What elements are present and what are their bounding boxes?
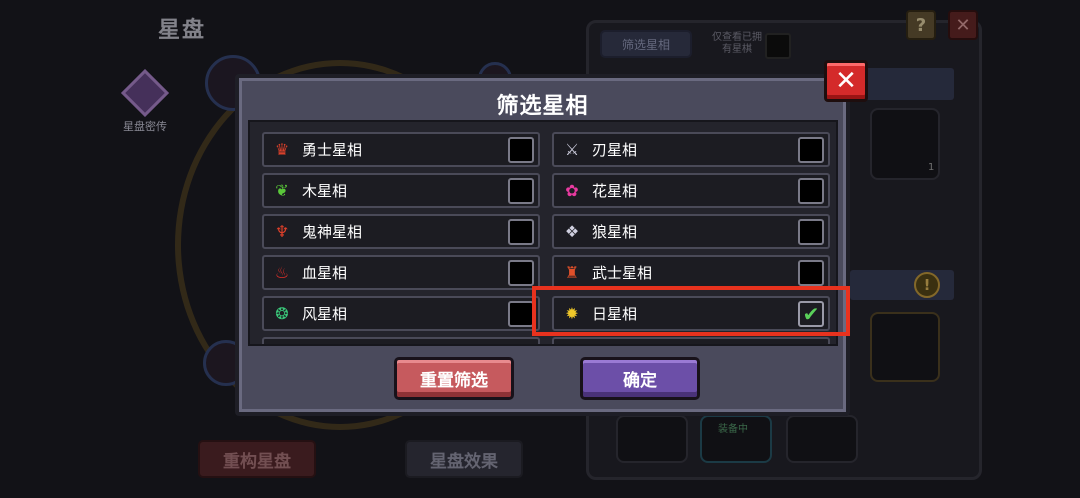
- filter-option-label: 狼星相: [592, 223, 638, 241]
- filter-option-label: 花星相: [592, 182, 638, 200]
- filter-option[interactable]: ❂ 风星相: [262, 296, 540, 331]
- wolf-icon: ❖: [564, 221, 580, 241]
- filter-option-label: 风星相: [302, 305, 348, 323]
- warrior-icon: ♛: [274, 139, 290, 159]
- wood-leaf-icon: ❦: [275, 180, 289, 200]
- filter-option-label: 血星相: [302, 264, 348, 282]
- dialog-title: 筛选星相: [496, 94, 589, 119]
- wind-icon: ❂: [275, 303, 289, 323]
- confirm-button[interactable]: 确定: [580, 357, 700, 400]
- filter-checkbox[interactable]: [508, 136, 534, 163]
- reset-filter-button[interactable]: 重置筛选: [394, 357, 514, 400]
- flower-icon: ✿: [565, 180, 579, 200]
- dialog-close-button[interactable]: ✕: [824, 60, 868, 102]
- selected-option-highlight: [532, 286, 850, 336]
- filter-option[interactable]: ♛ 勇士星相: [262, 132, 540, 167]
- filter-option[interactable]: [552, 337, 830, 344]
- blood-drop-icon: ♨: [274, 262, 290, 282]
- filter-checkbox[interactable]: [798, 218, 824, 245]
- filter-checkbox[interactable]: [798, 136, 824, 163]
- filter-option-label: 勇士星相: [302, 141, 363, 159]
- filter-option[interactable]: ❖ 狼星相: [552, 214, 830, 249]
- filter-option[interactable]: ♨ 血星相: [262, 255, 540, 290]
- filter-option[interactable]: [262, 337, 540, 344]
- filter-checkbox[interactable]: [798, 259, 824, 286]
- filter-option[interactable]: ♆ 鬼神星相: [262, 214, 540, 249]
- demon-icon: ♆: [274, 221, 290, 241]
- filter-option[interactable]: ❦ 木星相: [262, 173, 540, 208]
- filter-option-label: 鬼神星相: [302, 223, 363, 241]
- filter-option-label: 刃星相: [592, 141, 638, 159]
- filter-checkbox[interactable]: [798, 177, 824, 204]
- filter-option[interactable]: ⚔ 刃星相: [552, 132, 830, 167]
- blade-icon: ⚔: [564, 139, 580, 159]
- filter-option-label: 武士星相: [592, 264, 653, 282]
- filter-option[interactable]: ♜ 武士星相: [552, 255, 830, 290]
- filter-checkbox[interactable]: [508, 300, 534, 327]
- filter-checkbox[interactable]: [508, 259, 534, 286]
- filter-option-label: 木星相: [302, 182, 348, 200]
- filter-checkbox[interactable]: [508, 218, 534, 245]
- filter-checkbox[interactable]: [508, 177, 534, 204]
- samurai-icon: ♜: [564, 262, 580, 282]
- filter-option[interactable]: ✿ 花星相: [552, 173, 830, 208]
